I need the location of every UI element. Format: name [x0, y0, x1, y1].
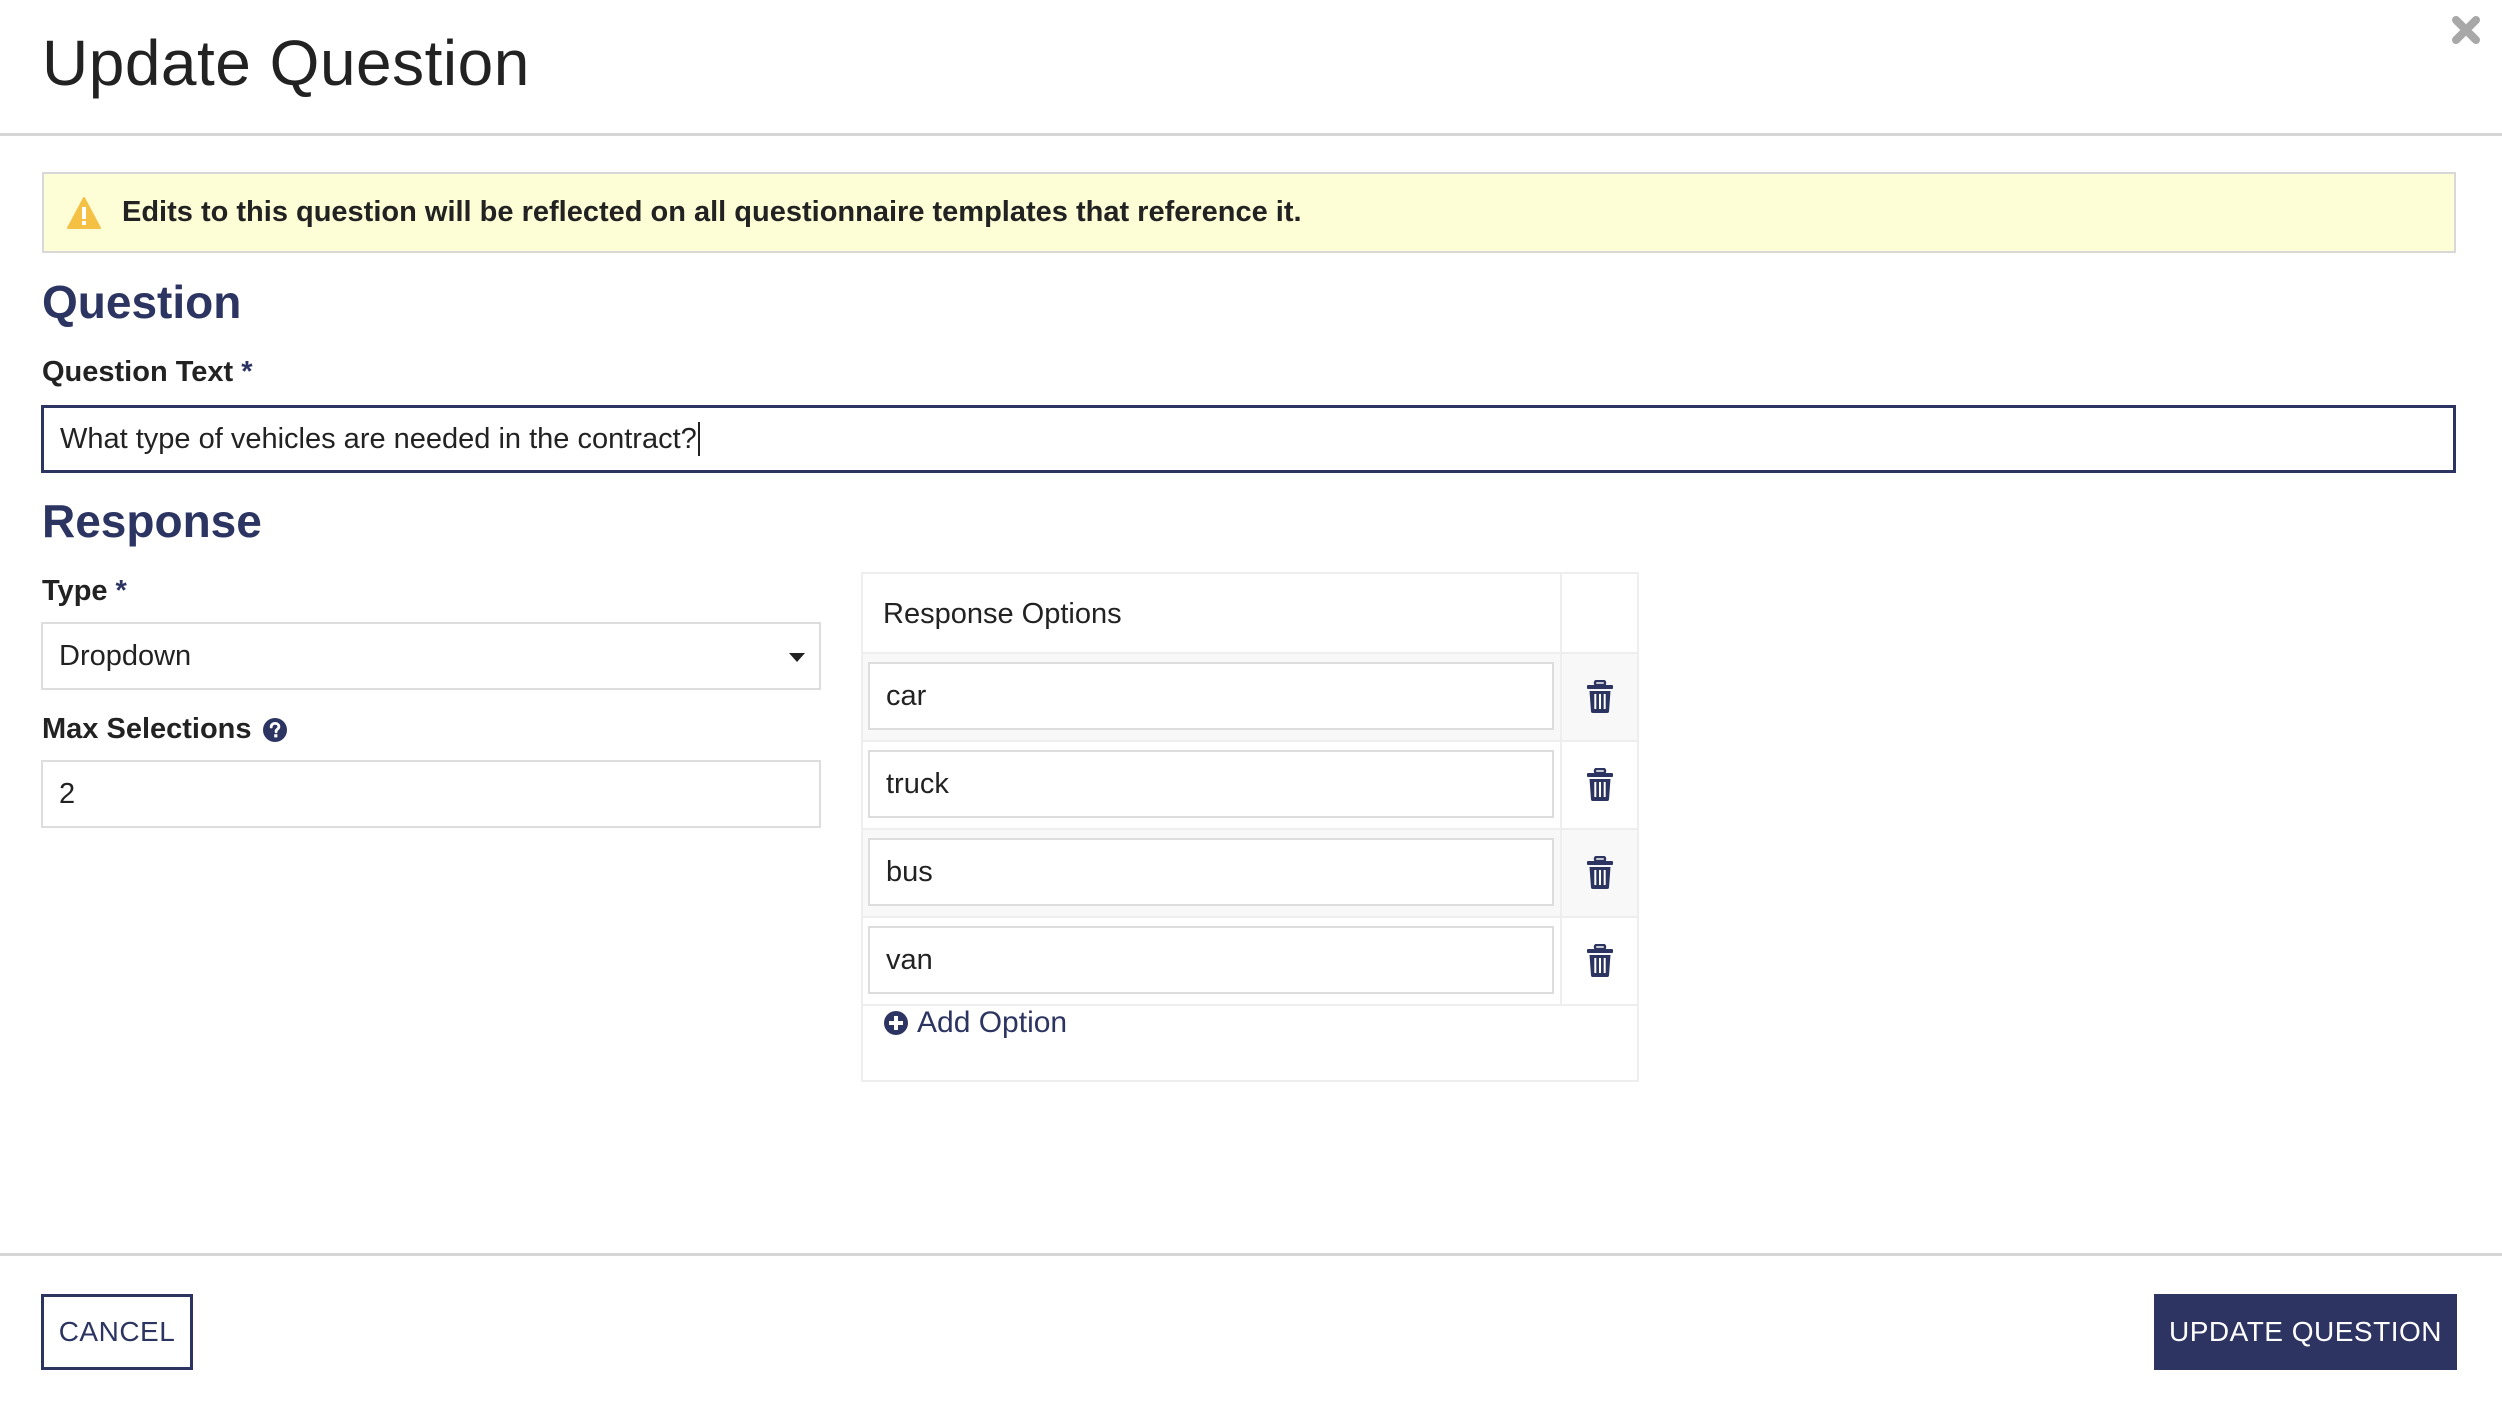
- max-selections-value: 2: [59, 777, 76, 810]
- trash-icon: [1587, 944, 1613, 977]
- close-button[interactable]: [2448, 12, 2484, 48]
- delete-option-button[interactable]: [1585, 944, 1615, 978]
- warning-triangle-icon: [66, 196, 102, 230]
- column-divider: [1560, 918, 1562, 1004]
- question-text-value: What type of vehicles are needed in the …: [60, 422, 697, 455]
- required-marker: *: [241, 356, 253, 388]
- question-circle-icon[interactable]: [262, 717, 288, 743]
- option-row: truck: [863, 742, 1637, 830]
- footer-divider: [0, 1253, 2502, 1256]
- required-marker: *: [115, 575, 127, 607]
- option-input[interactable]: truck: [868, 750, 1554, 818]
- cancel-button[interactable]: CANCEL: [41, 1294, 193, 1370]
- close-icon: [2452, 16, 2480, 44]
- warning-alert: Edits to this question will be reflected…: [42, 172, 2456, 253]
- response-section-heading: Response: [42, 495, 262, 547]
- text-caret: [697, 422, 700, 456]
- type-label-text: Type: [42, 575, 108, 607]
- type-label: Type *: [42, 575, 127, 608]
- max-selections-label: Max Selections: [42, 713, 288, 746]
- delete-option-button[interactable]: [1585, 768, 1615, 802]
- delete-option-button[interactable]: [1585, 680, 1615, 714]
- caret-down-icon: [789, 653, 805, 662]
- option-value: truck: [886, 767, 949, 800]
- modal-header: Update Question: [0, 0, 2502, 136]
- modal-title: Update Question: [42, 27, 530, 99]
- option-row: bus: [863, 830, 1637, 918]
- max-selections-label-text: Max Selections: [42, 713, 252, 745]
- trash-icon: [1587, 856, 1613, 889]
- option-row: car: [863, 654, 1637, 742]
- question-text-label-text: Question Text: [42, 356, 234, 388]
- type-select[interactable]: Dropdown: [41, 622, 821, 690]
- option-input[interactable]: van: [868, 926, 1554, 994]
- response-options-table: Response Options car truck bus van Add O…: [861, 572, 1639, 1082]
- alert-message: Edits to this question will be reflected…: [122, 196, 1302, 228]
- option-value: van: [886, 943, 933, 976]
- trash-icon: [1587, 768, 1613, 801]
- update-question-button[interactable]: UPDATE QUESTION: [2154, 1294, 2457, 1370]
- response-options-header: Response Options: [863, 574, 1637, 654]
- column-divider: [1560, 574, 1562, 654]
- delete-option-button[interactable]: [1585, 856, 1615, 890]
- option-input[interactable]: bus: [868, 838, 1554, 906]
- question-text-input[interactable]: What type of vehicles are needed in the …: [41, 405, 2456, 473]
- type-select-value: Dropdown: [59, 639, 192, 672]
- option-value: car: [886, 679, 927, 712]
- question-text-label: Question Text *: [42, 356, 253, 389]
- option-value: bus: [886, 855, 933, 888]
- plus-circle-icon: [883, 1010, 909, 1036]
- max-selections-input[interactable]: 2: [41, 760, 821, 828]
- add-option-label: Add Option: [917, 1006, 1068, 1039]
- column-divider: [1560, 742, 1562, 828]
- option-row: van: [863, 918, 1637, 1006]
- option-input[interactable]: car: [868, 662, 1554, 730]
- column-divider: [1560, 654, 1562, 740]
- question-section-heading: Question: [42, 276, 242, 328]
- trash-icon: [1587, 680, 1613, 713]
- add-option-button[interactable]: Add Option: [883, 1006, 1067, 1040]
- response-options-header-label: Response Options: [883, 598, 1122, 630]
- column-divider: [1560, 830, 1562, 916]
